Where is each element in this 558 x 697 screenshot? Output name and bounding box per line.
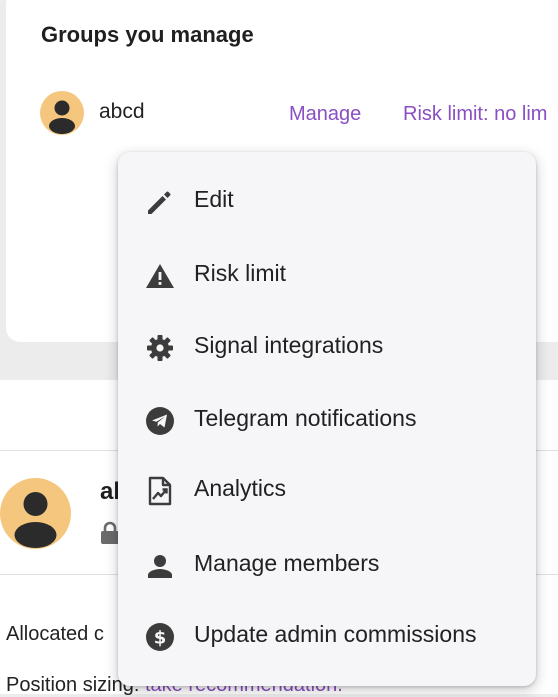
analytics-icon <box>144 475 176 507</box>
menu-item-label: Signal integrations <box>194 332 384 358</box>
pencil-icon <box>144 186 176 218</box>
menu-item-label: Telegram notifications <box>194 405 417 431</box>
groups-card-title: Groups you manage <box>41 22 254 47</box>
gear-icon <box>144 332 176 364</box>
group-avatar <box>40 91 84 135</box>
warning-icon <box>144 260 176 292</box>
avatar-person-icon <box>49 100 75 134</box>
profile-name: al <box>100 478 121 505</box>
menu-item-label: Update admin commissions <box>194 621 477 647</box>
group-name: abcd <box>99 100 145 123</box>
menu-item-label: Manage members <box>194 550 380 576</box>
menu-item-manage-members[interactable]: Manage members <box>118 532 536 596</box>
menu-item-risk-limit[interactable]: Risk limit <box>118 242 536 306</box>
dollar-icon: $ <box>144 621 176 653</box>
menu-item-label: Risk limit <box>194 260 286 286</box>
menu-item-analytics[interactable]: Analytics <box>118 457 536 521</box>
avatar-person-icon <box>14 492 57 548</box>
manage-link[interactable]: Manage <box>289 103 361 126</box>
menu-item-update-admin-commissions[interactable]: $ Update admin commissions <box>118 603 536 667</box>
group-actions-menu: Edit Risk limit Signal integrations Tele… <box>118 152 536 686</box>
allocated-label: Allocated c <box>6 623 104 645</box>
lock-icon <box>100 521 120 545</box>
menu-item-edit[interactable]: Edit <box>118 168 536 232</box>
profile-avatar <box>0 478 71 549</box>
risk-limit-link[interactable]: Risk limit: no lim <box>403 103 547 126</box>
menu-item-telegram-notifications[interactable]: Telegram notifications <box>118 387 536 451</box>
telegram-icon <box>144 405 176 437</box>
svg-text:$: $ <box>154 628 167 649</box>
person-icon <box>144 550 176 582</box>
menu-item-label: Edit <box>194 186 234 212</box>
menu-item-signal-integrations[interactable]: Signal integrations <box>118 314 536 378</box>
menu-item-label: Analytics <box>194 475 287 501</box>
